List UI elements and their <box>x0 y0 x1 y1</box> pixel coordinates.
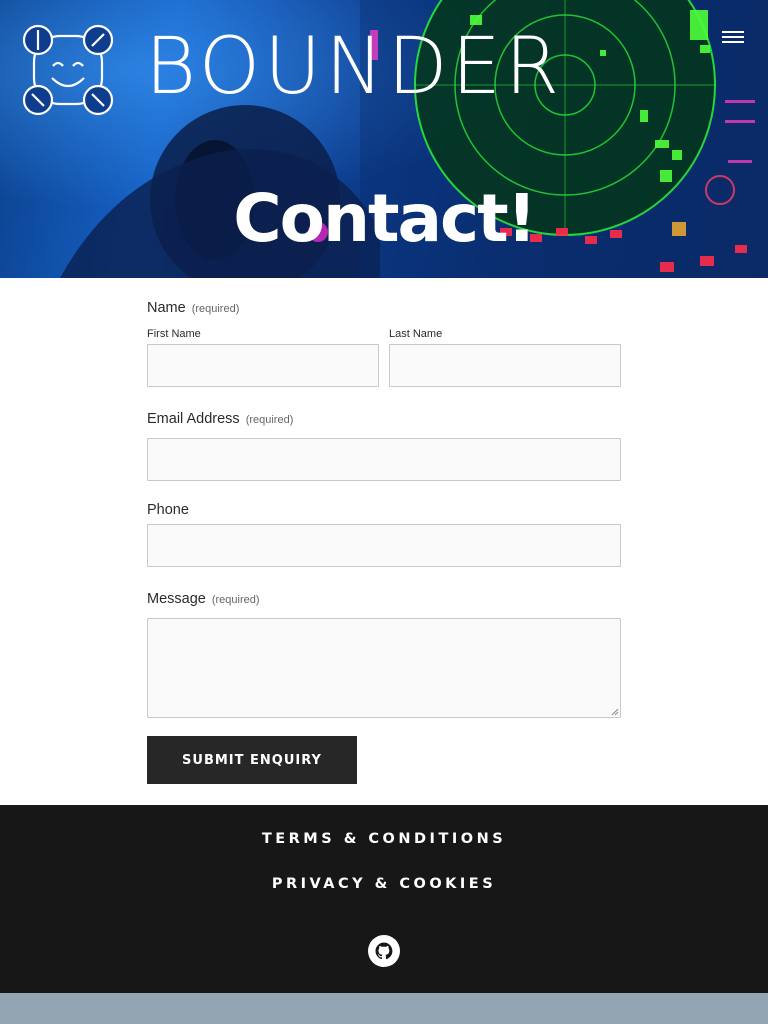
github-icon[interactable] <box>368 935 400 967</box>
contact-section: Name (required) First Name Last Name Emai… <box>0 278 768 805</box>
bounder-logo-icon[interactable] <box>22 24 114 116</box>
hero-banner: BOUNDER Contact! <box>0 0 768 278</box>
name-label: Name <box>147 300 186 316</box>
message-required-note: (required) <box>211 594 260 606</box>
message-legend: Message (required) <box>147 591 260 607</box>
phone-field[interactable] <box>147 524 621 567</box>
email-required-note: (required) <box>245 414 294 426</box>
last-name-label: Last Name <box>389 328 443 340</box>
email-legend: Email Address (required) <box>147 411 293 427</box>
message-textarea[interactable] <box>147 618 621 718</box>
hamburger-menu-icon[interactable] <box>722 28 744 46</box>
page-bottom-band <box>0 993 768 1024</box>
last-name-field[interactable] <box>389 344 621 387</box>
privacy-link[interactable]: PRIVACY & COOKIES <box>0 876 768 892</box>
submit-enquiry-button[interactable]: SUBMIT ENQUIRY <box>147 736 357 784</box>
first-name-label: First Name <box>147 328 201 340</box>
name-legend: Name (required) <box>147 300 239 316</box>
terms-link[interactable]: TERMS & CONDITIONS <box>0 831 768 847</box>
first-name-field[interactable] <box>147 344 379 387</box>
resize-grip-icon[interactable] <box>611 708 619 716</box>
message-label: Message <box>147 591 206 607</box>
footer: TERMS & CONDITIONS PRIVACY & COOKIES <box>0 805 768 993</box>
email-field[interactable] <box>147 438 621 481</box>
name-required-note: (required) <box>191 303 240 315</box>
page-title: Contact! <box>233 180 537 257</box>
email-label: Email Address <box>147 411 240 427</box>
brand-name[interactable]: BOUNDER <box>145 28 563 106</box>
phone-label: Phone <box>147 502 189 518</box>
